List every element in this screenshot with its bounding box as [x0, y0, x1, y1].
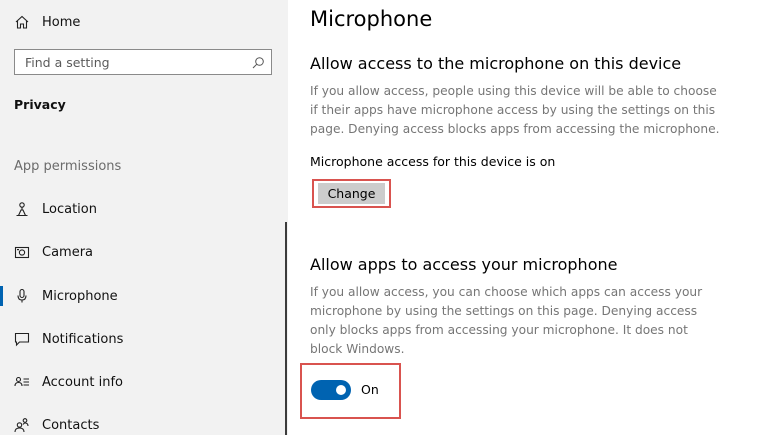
sidebar-item-label: Camera: [42, 244, 94, 260]
home-icon: [14, 14, 30, 30]
device-access-heading: Allow access to the microphone on this d…: [310, 54, 682, 73]
sidebar-item-home[interactable]: Home: [0, 4, 288, 40]
location-icon: [14, 201, 30, 217]
apps-access-description: If you allow access, you can choose whic…: [310, 285, 703, 356]
search-box[interactable]: [14, 49, 272, 75]
sidebar-item-notifications[interactable]: Notifications: [0, 321, 288, 357]
contacts-icon: [14, 417, 30, 433]
sidebar-item-contacts[interactable]: Contacts: [0, 407, 288, 443]
section-header-app-permissions: App permissions: [14, 159, 122, 174]
sidebar-item-microphone[interactable]: Microphone: [0, 278, 288, 314]
notifications-icon: [14, 331, 30, 347]
sidebar-item-label: Microphone: [42, 288, 118, 304]
search-input[interactable]: [15, 54, 245, 70]
apps-access-heading: Allow apps to access your microphone: [310, 255, 618, 274]
sidebar-item-account-info[interactable]: Account info: [0, 364, 288, 400]
sidebar-item-label: Location: [42, 201, 97, 217]
change-button[interactable]: Change: [318, 183, 385, 204]
account-info-icon: [14, 374, 30, 390]
sidebar-item-location[interactable]: Location: [0, 191, 288, 227]
device-access-description: If you allow access, people using this d…: [310, 84, 720, 136]
sidebar-item-home-label: Home: [42, 14, 81, 30]
sidebar-item-camera[interactable]: Camera: [0, 234, 288, 270]
sidebar-scrollbar[interactable]: [285, 222, 287, 435]
sidebar-item-label: Account info: [42, 374, 124, 390]
apps-access-toggle[interactable]: [311, 380, 351, 400]
camera-icon: [14, 244, 30, 260]
sidebar: Home Privacy App permissions Location Ca…: [0, 0, 288, 435]
microphone-icon: [14, 288, 30, 304]
search-icon[interactable]: [251, 55, 265, 69]
sidebar-item-label: Notifications: [42, 331, 124, 347]
category-title: Privacy: [14, 97, 66, 112]
page-title: Microphone: [310, 7, 433, 31]
sidebar-item-label: Contacts: [42, 417, 100, 433]
toggle-state-label: On: [361, 382, 379, 397]
toggle-knob: [336, 385, 346, 395]
device-access-status: Microphone access for this device is on: [310, 154, 556, 169]
